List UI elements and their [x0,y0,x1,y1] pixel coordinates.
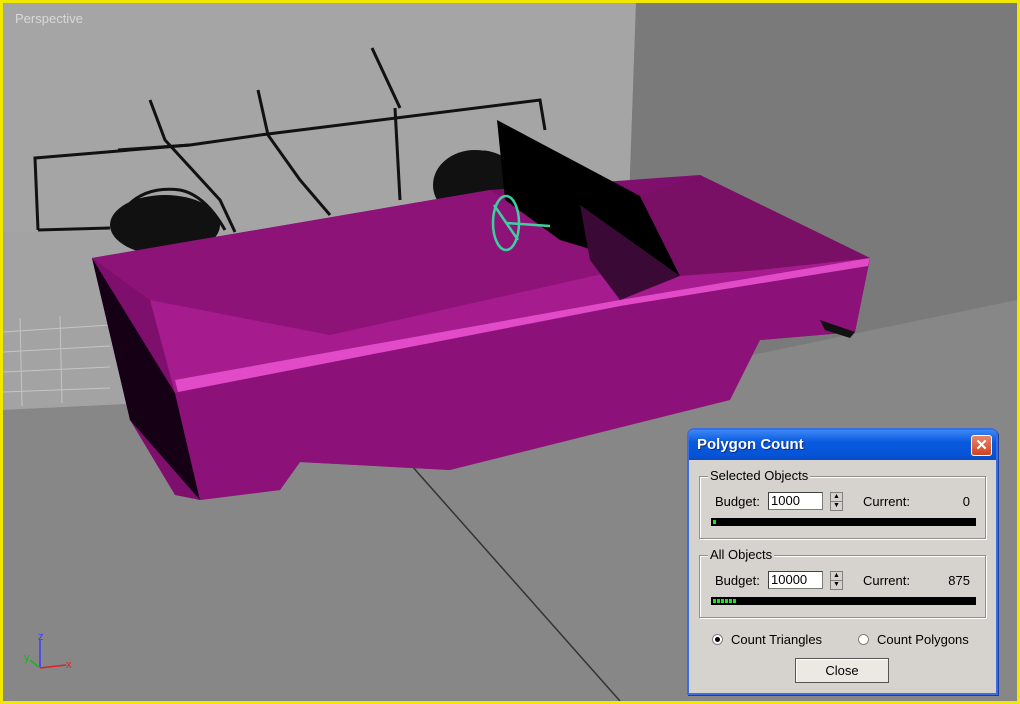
close-icon[interactable]: ✕ [971,435,992,456]
spinner-up-icon[interactable]: ▲ [831,572,842,580]
axis-x-label: x [66,659,72,671]
selected-progress-bar [711,518,976,526]
all-budget-input[interactable]: 10000 [768,571,823,589]
all-current-label: Current: [863,573,910,588]
selected-budget-input[interactable]: 1000 [768,492,823,510]
polygon-count-dialog: Polygon Count ✕ Selected Objects Budget:… [687,428,998,695]
all-budget-label: Budget: [715,573,760,588]
count-triangles-radio[interactable] [712,634,723,645]
count-polygons-radio[interactable] [858,634,869,645]
all-current-value: 875 [948,573,970,588]
all-objects-legend: All Objects [708,547,775,562]
spinner-down-icon[interactable]: ▼ [831,501,842,510]
spinner-down-icon[interactable]: ▼ [831,580,842,589]
close-button[interactable]: Close [795,658,889,683]
all-progress-fill [713,599,736,603]
count-polygons-label[interactable]: Count Polygons [877,632,969,647]
axis-y-label: y [24,652,30,664]
dialog-titlebar[interactable]: Polygon Count ✕ [689,430,996,460]
spinner-up-icon[interactable]: ▲ [831,493,842,501]
selected-objects-group: Selected Objects Budget: 1000 ▲ ▼ Curren… [699,468,986,539]
all-budget-spinner[interactable]: ▲ ▼ [830,571,843,590]
all-progress-bar [711,597,976,605]
all-objects-group: All Objects Budget: 10000 ▲ ▼ Current: 8… [699,547,986,618]
dialog-title: Polygon Count [697,436,804,453]
selected-current-value: 0 [962,494,970,509]
selected-budget-label: Budget: [715,494,760,509]
selected-objects-legend: Selected Objects [708,468,811,483]
axis-z-label: z [38,631,44,643]
selected-progress-fill [713,520,716,524]
viewport-label[interactable]: Perspective [15,11,83,26]
selected-current-label: Current: [863,494,910,509]
selected-budget-spinner[interactable]: ▲ ▼ [830,492,843,511]
count-triangles-label[interactable]: Count Triangles [731,632,822,647]
